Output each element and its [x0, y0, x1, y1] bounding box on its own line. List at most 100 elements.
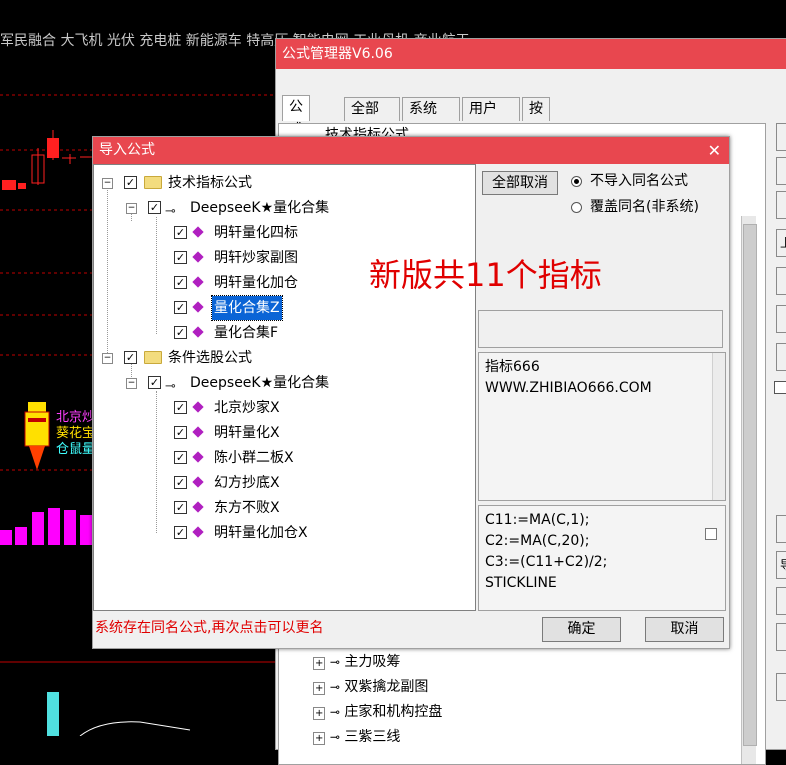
- checkbox-checked[interactable]: ✓: [174, 451, 187, 464]
- key-icon: ⊸: [329, 705, 340, 719]
- tree-label: 东方不败X: [214, 500, 280, 516]
- manager-tree-item[interactable]: + ⊸ 主力吸筹: [313, 651, 400, 673]
- tree-label: 量化合集Z: [211, 295, 283, 321]
- tab-formula-group[interactable]: 公式组: [282, 95, 310, 161]
- manager-tree-item[interactable]: + ⊸ 庄家和机构控盘: [313, 701, 442, 723]
- side-button-12[interactable]: [776, 673, 786, 701]
- formula-diamond-icon: [192, 401, 204, 413]
- key-icon: ⊸: [165, 379, 176, 394]
- checkbox-checked[interactable]: ✓: [174, 251, 187, 264]
- tree-label: 明轩炒家副图: [214, 250, 298, 266]
- key-icon: ⊸: [165, 204, 176, 219]
- expand-icon[interactable]: +: [313, 732, 326, 745]
- import-formula-tree[interactable]: − ✓ 技术指标公式 − ✓ ⊸ DeepseeK★量化合集 ✓ 明轩量化四标 …: [93, 164, 476, 611]
- tree-label: 技术指标公式: [168, 175, 252, 191]
- code-line: STICKLINE: [485, 575, 557, 591]
- dialog-title: 导入公式: [99, 142, 155, 158]
- description-scrollbar[interactable]: [712, 353, 725, 500]
- close-icon[interactable]: ✕: [708, 137, 721, 164]
- checkbox-checked[interactable]: ✓: [174, 326, 187, 339]
- indicator-curve: [79, 721, 191, 736]
- rocket-label-1: 北京炒: [56, 410, 96, 425]
- description-box: 指标666 WWW.ZHIBIAO666.COM: [478, 352, 726, 501]
- code-checkbox[interactable]: [705, 528, 717, 540]
- description-line: 指标666: [485, 359, 540, 375]
- formula-diamond-icon: [192, 301, 204, 313]
- checkbox-checked[interactable]: ✓: [174, 426, 187, 439]
- checkbox-checked[interactable]: ✓: [174, 301, 187, 314]
- checkbox-checked[interactable]: ✓: [174, 501, 187, 514]
- formula-name-field[interactable]: [478, 310, 723, 348]
- formula-diamond-icon: [192, 476, 204, 488]
- checkbox-checked[interactable]: ✓: [174, 276, 187, 289]
- expand-icon[interactable]: +: [313, 657, 326, 670]
- tab-user[interactable]: 用户: [462, 97, 520, 121]
- tree-label: 北京炒家X: [214, 400, 280, 416]
- side-button-7[interactable]: [776, 343, 786, 371]
- radio-label-no-import[interactable]: 不导入同名公式: [590, 171, 688, 192]
- collapse-icon[interactable]: −: [126, 203, 137, 214]
- cancel-button[interactable]: 取消: [645, 617, 724, 642]
- side-button-5[interactable]: [776, 267, 786, 295]
- side-button-10[interactable]: [776, 587, 786, 615]
- tree-connector: [107, 185, 108, 359]
- side-button-6[interactable]: [776, 305, 786, 333]
- radio-label-overwrite[interactable]: 覆盖同名(非系统): [590, 197, 699, 218]
- tab-by-date-frequency[interactable]: 按日期频度: [522, 97, 550, 209]
- formula-diamond-icon: [192, 251, 204, 263]
- formula-diamond-icon: [192, 426, 204, 438]
- volume-bars-magenta: [0, 508, 92, 545]
- side-button-8[interactable]: [776, 515, 786, 543]
- radio-overwrite-same-name[interactable]: [571, 202, 582, 213]
- radio-no-import-same-name[interactable]: [571, 176, 582, 187]
- cancel-all-button[interactable]: 全部取消: [482, 171, 558, 195]
- checkbox-checked[interactable]: ✓: [148, 201, 161, 214]
- code-line: C3:=(C11+C2)/2;: [485, 554, 608, 570]
- rocket-label-2: 葵花宝: [56, 426, 96, 441]
- ok-button[interactable]: 确定: [542, 617, 621, 642]
- side-button-1[interactable]: [776, 123, 786, 151]
- key-icon: ⊸: [329, 680, 340, 694]
- key-icon: ⊸: [329, 730, 340, 744]
- collapse-icon[interactable]: −: [102, 353, 113, 364]
- side-button-move-up[interactable]: 上: [776, 229, 786, 257]
- manager-checkbox[interactable]: [774, 381, 786, 394]
- checkbox-checked[interactable]: ✓: [124, 176, 137, 189]
- tree-label: 明轩量化四标: [214, 225, 298, 241]
- expand-icon[interactable]: +: [313, 707, 326, 720]
- manager-tree-item[interactable]: + ⊸ 双紫擒龙副图: [313, 676, 428, 698]
- manager-title-bar[interactable]: 公式管理器V6.06: [276, 39, 786, 69]
- checkbox-checked[interactable]: ✓: [174, 476, 187, 489]
- tab-all[interactable]: 全部: [344, 97, 400, 121]
- folder-icon: [144, 176, 162, 189]
- tree-label: 明轩量化加仓: [214, 275, 298, 291]
- tree-label: 陈小群二板X: [214, 450, 294, 466]
- manager-scrollbar[interactable]: [741, 216, 757, 764]
- expand-icon[interactable]: +: [313, 682, 326, 695]
- tree-label: 明轩量化X: [214, 425, 280, 441]
- manager-tree-item[interactable]: + ⊸ 三紫三线: [313, 726, 400, 748]
- tree-label: DeepseeK★量化合集: [190, 375, 330, 391]
- collapse-icon[interactable]: −: [126, 378, 137, 389]
- side-button-import[interactable]: 导: [776, 551, 786, 579]
- code-preview-box: C11:=MA(C,1); C2:=MA(C,20); C3:=(C11+C2)…: [478, 505, 726, 611]
- tab-system[interactable]: 系统: [402, 97, 460, 121]
- checkbox-checked[interactable]: ✓: [174, 226, 187, 239]
- overlay-annotation: 新版共11个指标: [369, 256, 602, 294]
- checkbox-checked[interactable]: ✓: [148, 376, 161, 389]
- dialog-title-bar[interactable]: 导入公式 ✕: [93, 137, 729, 164]
- scrollbar-thumb[interactable]: [743, 224, 757, 746]
- rocket-icon: [24, 402, 50, 470]
- side-button-2[interactable]: [776, 157, 786, 185]
- side-button-11[interactable]: [776, 623, 786, 651]
- formula-diamond-icon: [192, 226, 204, 238]
- collapse-icon[interactable]: −: [102, 178, 113, 189]
- checkbox-checked[interactable]: ✓: [174, 526, 187, 539]
- tree-label: 幻方抄底X: [214, 475, 280, 491]
- volume-bar-cyan: [47, 692, 59, 736]
- checkbox-checked[interactable]: ✓: [174, 401, 187, 414]
- key-icon: ⊸: [329, 655, 340, 669]
- side-button-3[interactable]: [776, 191, 786, 219]
- checkbox-checked[interactable]: ✓: [124, 351, 137, 364]
- formula-diamond-icon: [192, 501, 204, 513]
